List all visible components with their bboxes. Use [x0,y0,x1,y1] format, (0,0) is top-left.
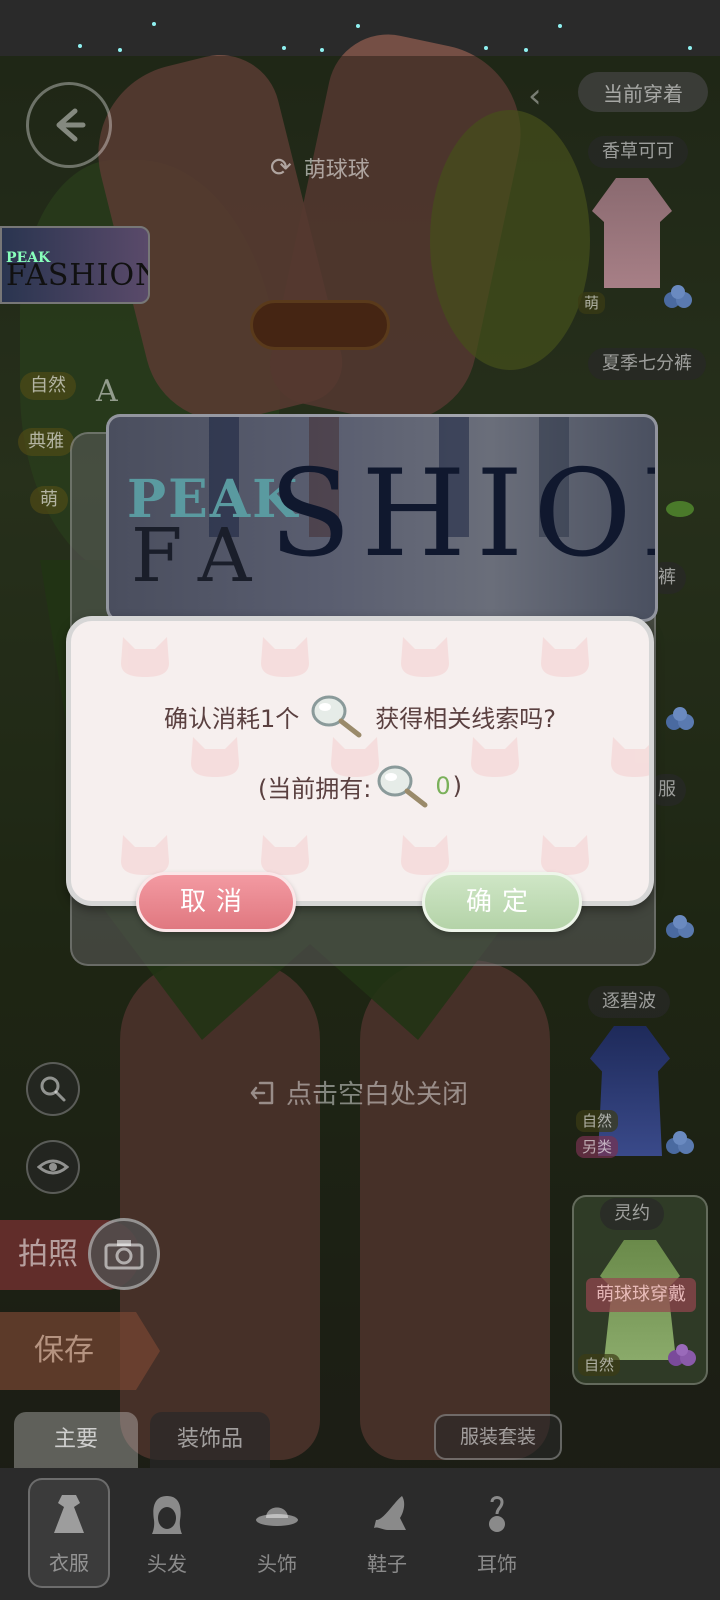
cancel-button[interactable]: 取消 [136,872,296,932]
style-tag: 自然 [20,372,76,400]
arrow-left-icon [56,108,86,142]
wear-button[interactable]: 萌球球穿戴 [586,1278,696,1312]
style-tag: 萌 [30,486,68,514]
nav-label: 耳饰 [477,1551,517,1576]
zoom-button[interactable] [26,1062,80,1116]
toggle-view-button[interactable] [26,1140,80,1194]
current-outfit-label[interactable]: 当前穿着 [578,72,708,112]
banner-fa-text: FA [131,513,274,599]
confirm-message-prefix: 确认消耗1个 [163,704,300,733]
peak-fashion-mini-banner[interactable]: PEAK FASHION [0,226,150,304]
magnifying-glass-icon [311,695,362,738]
peak-fashion-banner: PEAK FA SHION [106,414,658,622]
clothing-tag: 自然 [578,1354,621,1376]
back-button[interactable] [26,82,112,168]
chevron-left-icon[interactable]: ‹ [528,76,542,116]
refresh-icon: ⟳ [270,153,292,183]
confirm-button[interactable]: 确定 [422,872,582,932]
nav-headwear[interactable]: 头饰 [222,1468,332,1600]
leaf-gem-icon [666,501,694,517]
confirm-message-suffix: 获得相关线索吗? [375,704,557,733]
clothing-name: 逐碧波 [588,986,670,1018]
clothing-name: 夏季七分裤 [588,348,706,380]
search-icon [40,1076,66,1102]
nav-hair[interactable]: 头发 [112,1468,222,1600]
close-hint-text: 点击空白处关闭 [286,1080,469,1110]
gem-icon [666,915,694,938]
eye-icon [37,1159,69,1175]
outfit-set-button[interactable]: 服装套装 [434,1414,562,1460]
hair-icon [152,1495,182,1534]
clothing-tag: 另类 [576,1136,619,1158]
camera-icon [104,1240,144,1270]
nav-shoes[interactable]: 鞋子 [332,1468,442,1600]
nav-earrings[interactable]: 耳饰 [442,1468,552,1600]
grade-letter: A [96,374,118,409]
earring-icon [489,1495,505,1532]
owned-suffix: ) [452,772,463,800]
magnifying-glass-icon [377,765,428,808]
banner-shion-text: SHION [269,445,655,584]
clothing-thumbnail[interactable] [592,178,672,288]
dress-icon [54,1494,84,1533]
owned-prefix: (当前拥有: [257,774,372,803]
gem-icon [664,285,692,308]
clothing-tag: 萌 [578,292,606,314]
confirm-message: 确认消耗1个 获得相关线索吗? [71,693,649,739]
nav-label: 鞋子 [367,1551,407,1576]
game-scene: ⟳ 萌球球 PEAK FASHION 自然 典雅 萌 A ‹ 当前穿着 香草可可… [0,0,720,1600]
clothing-tag: 自然 [576,1110,619,1132]
flower-gem-icon [668,1344,696,1366]
camera-button[interactable] [88,1218,160,1290]
character-switcher[interactable]: ⟳ 萌球球 [270,146,470,190]
clothing-name: 香草可可 [588,136,688,168]
tab-main[interactable]: 主要 [14,1412,138,1468]
nav-label: 头饰 [257,1551,297,1576]
heel-shoe-icon [368,1495,406,1530]
clothing-name: 灵约 [600,1198,664,1230]
bottom-nav: 衣服 头发 头饰 鞋子 耳饰 [0,1468,720,1600]
owned-count-line: (当前拥有: 0 ) [71,763,649,809]
mini-banner-line2: FASHION [6,258,150,293]
nav-clothes[interactable]: 衣服 [28,1478,110,1588]
save-button[interactable]: 保存 [0,1312,160,1390]
nav-label: 头发 [147,1551,187,1576]
close-hint[interactable]: 点击空白处关闭 [250,1074,468,1111]
nav-label: 衣服 [49,1550,89,1575]
owned-count: 0 [435,772,451,800]
style-tag: 典雅 [18,428,74,456]
confirm-dialog: 确认消耗1个 获得相关线索吗? (当前拥有: 0 ) [66,616,654,906]
tab-accessories[interactable]: 装饰品 [150,1412,270,1468]
exit-icon [250,1081,274,1104]
gem-icon [666,1131,694,1154]
gem-icon [666,707,694,730]
character-name: 萌球球 [303,158,370,183]
hat-icon [256,1507,298,1526]
